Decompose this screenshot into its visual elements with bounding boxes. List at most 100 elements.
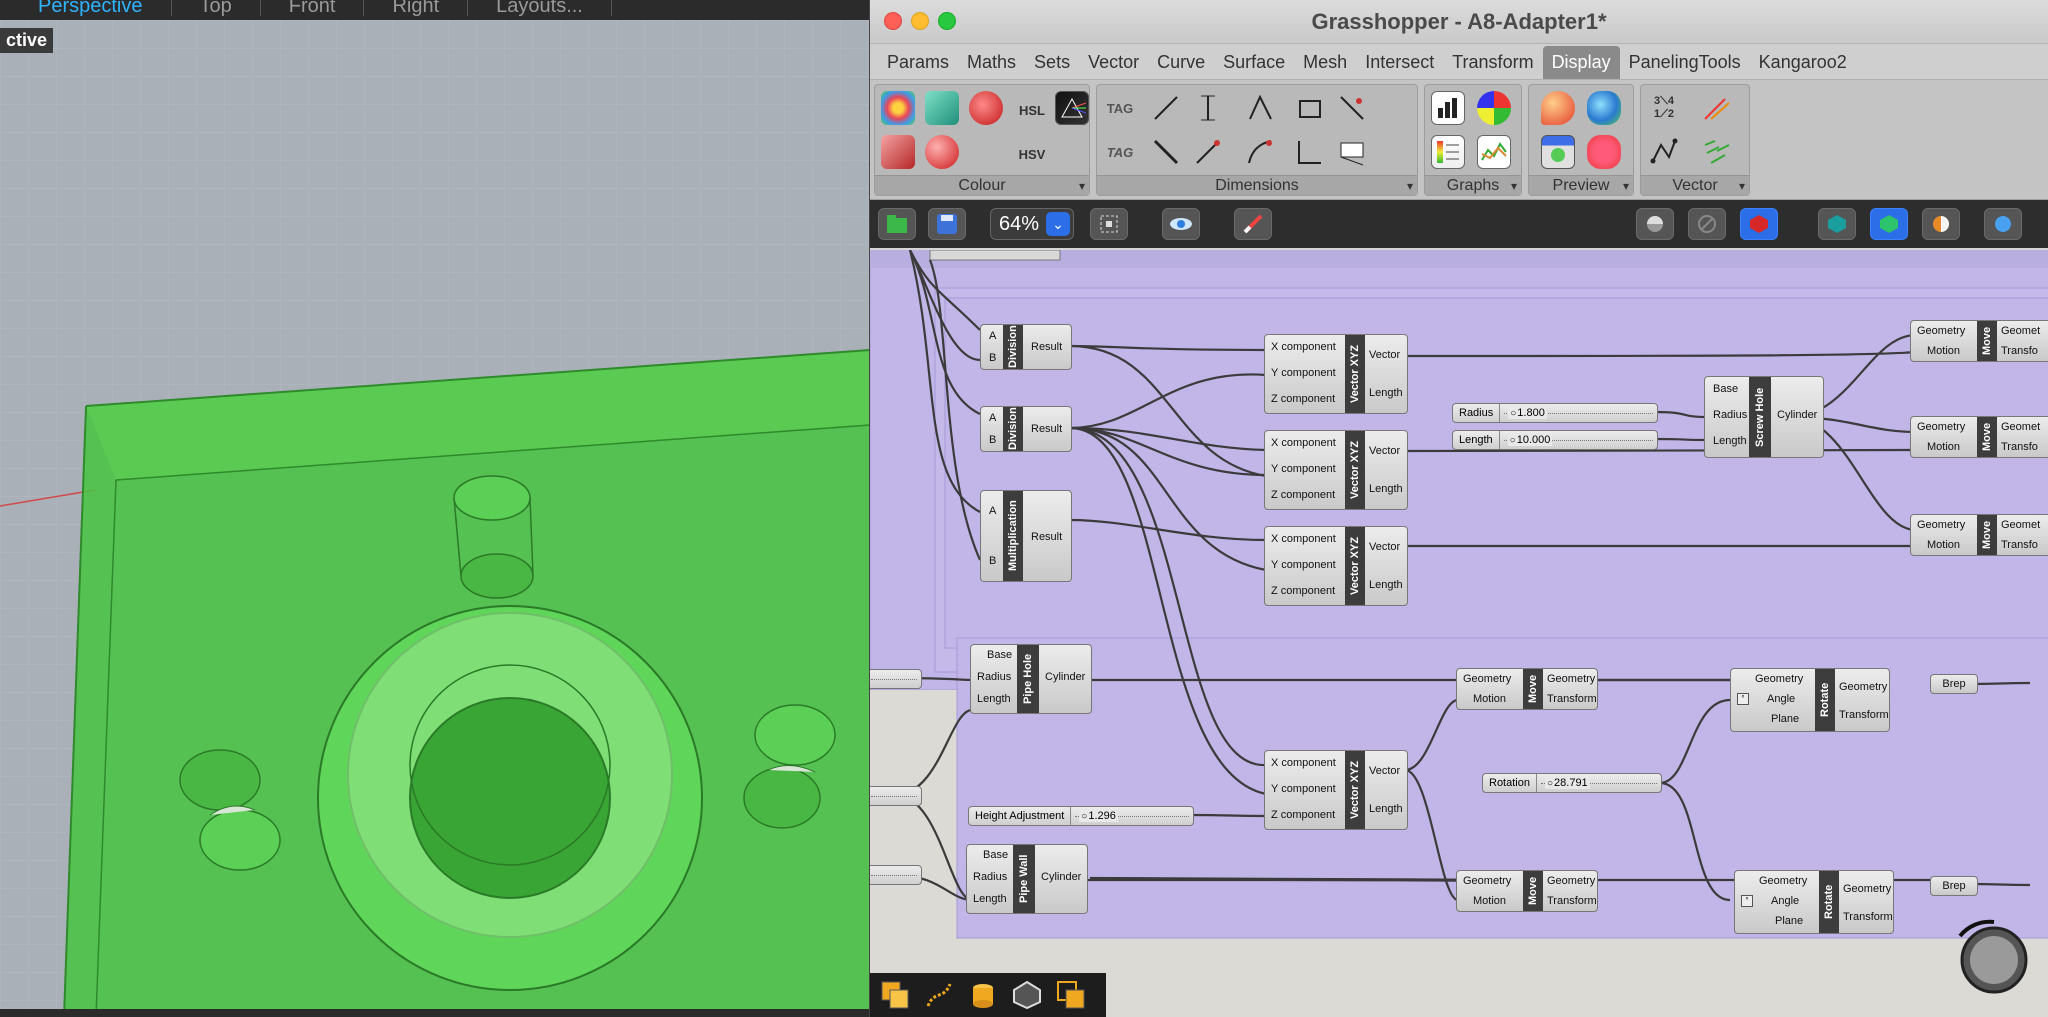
input-geometry[interactable]: Geometry [1759,875,1807,887]
input-geometry[interactable]: Geometry [1917,325,1965,337]
wire-tool-icon[interactable] [922,978,956,1012]
tab-front[interactable]: Front [261,0,365,16]
tab-perspective[interactable]: Perspective [10,0,172,16]
tab-display[interactable]: Display [1542,46,1620,79]
line-graph-icon[interactable] [1477,135,1511,169]
input-geometry[interactable]: Geometry [1917,421,1965,433]
tab-maths[interactable]: Maths [958,46,1025,79]
rotation-slider[interactable]: Rotation 28.791 [1482,773,1662,793]
slider-track[interactable] [870,866,921,884]
tab-transform[interactable]: Transform [1443,46,1542,79]
output-geometry[interactable]: Geometry [1547,875,1595,887]
serial-dimension-icon[interactable] [1335,91,1369,125]
input-angle[interactable]: Angle [1767,693,1795,705]
tab-surface[interactable]: Surface [1214,46,1294,79]
tab-panelingtools[interactable]: PanelingTools [1620,46,1750,79]
panel-vector-label[interactable]: Vector [1641,175,1749,196]
input-motion[interactable]: Motion [1927,539,1960,551]
custom-preview-icon[interactable] [1541,91,1575,125]
zoom-extents-icon[interactable] [1090,208,1128,240]
pie-graph-icon[interactable] [1477,91,1511,125]
tag-icon[interactable]: TAG [1103,135,1137,169]
title-bar[interactable]: Grasshopper - A8-Adapter1* [870,0,2048,44]
output-geometry[interactable]: Geometry [1547,673,1595,685]
vector-xyz-component-3[interactable]: X component Y component Z component Vect… [1264,526,1408,606]
slider-track[interactable] [870,670,921,688]
slider-track[interactable]: 1.800 [1500,404,1657,422]
cluster-icon[interactable] [1010,978,1044,1012]
legend-icon[interactable] [1431,135,1465,169]
preview-no-shading-icon[interactable] [1636,208,1674,240]
cloud-display-icon[interactable] [1587,91,1621,125]
output-length[interactable]: Length [1369,387,1403,399]
slider-track[interactable]: 1.296 [1071,807,1193,825]
input-z[interactable]: Z component [1271,393,1335,405]
partial-slider-2[interactable] [870,786,922,806]
rhino-viewport[interactable]: Perspective Top Front Right Layouts... c… [0,0,870,1017]
output-transform[interactable]: Transfo [2001,441,2038,453]
input-geometry[interactable]: Geometry [1755,673,1803,685]
pipe-wall-cylinder-component[interactable]: Base Radius Length Pipe Wall Cylinder [966,844,1088,914]
input-motion[interactable]: Motion [1927,441,1960,453]
input-length[interactable]: Length [977,693,1011,705]
preview-off-icon[interactable] [1688,208,1726,240]
division-component-1[interactable]: A B Division Result [980,324,1072,370]
ordinate-dimension-icon[interactable] [1293,135,1327,169]
screw-hole-cylinder-component[interactable]: Base Radius Length Screw Hole Cylinder [1704,376,1824,458]
division-component-2[interactable]: A B Division Result [980,406,1072,452]
output-geometry[interactable]: Geomet [2001,325,2040,337]
input-base[interactable]: Base [983,849,1008,861]
input-motion[interactable]: Motion [1927,345,1960,357]
brep-param-1[interactable]: Brep [1930,674,1978,694]
angle-degrees-icon[interactable]: ° [1737,693,1749,705]
input-z[interactable]: Z component [1271,809,1335,821]
tab-top[interactable]: Top [172,0,261,16]
linear-dimension-icon[interactable] [1191,91,1225,125]
eye-preview-icon[interactable] [1162,208,1200,240]
output-vector[interactable]: Vector [1369,541,1400,553]
output-transform[interactable]: Transfo [2001,345,2038,357]
output-cylinder[interactable]: Cylinder [1777,409,1817,421]
colour-wheel-icon[interactable] [881,91,915,125]
height-adjustment-slider[interactable]: Height Adjustment 1.296 [968,806,1194,826]
input-radius[interactable]: Radius [1713,409,1747,421]
multiplication-component[interactable]: A B Multiplication Result [980,490,1072,582]
tab-vector[interactable]: Vector [1079,46,1148,79]
sketch-tool-icon[interactable] [1234,208,1272,240]
input-plane[interactable]: Plane [1771,713,1799,725]
marker-dimension-icon[interactable] [1191,135,1225,169]
input-b[interactable]: B [989,434,996,446]
tab-intersect[interactable]: Intersect [1356,46,1443,79]
input-geometry[interactable]: Geometry [1917,519,1965,531]
vector-field-icon[interactable] [1699,135,1733,169]
viewport-scene[interactable] [0,20,870,1017]
text-dimension-icon[interactable] [1335,135,1369,169]
prism-icon[interactable] [1055,91,1089,125]
layers-icon[interactable] [1054,978,1088,1012]
input-a[interactable]: A [989,330,996,342]
tab-sets[interactable]: Sets [1025,46,1079,79]
pipe-hole-cylinder-component[interactable]: Base Radius Length Pipe Hole Cylinder [970,644,1092,714]
colour-swatch-icon[interactable] [969,91,1003,125]
input-geometry[interactable]: Geometry [1463,875,1511,887]
radius-slider[interactable]: Radius 1.800 [1452,403,1658,423]
minimize-window-button[interactable] [911,12,929,30]
aligned-dimension-icon[interactable] [1149,91,1183,125]
tab-layouts[interactable]: Layouts... [468,0,612,16]
viewport-label[interactable]: ctive [0,28,54,53]
output-geometry[interactable]: Geometry [1843,883,1891,895]
slider-track[interactable]: 28.791 [1537,774,1661,792]
rotate-component-1[interactable]: Geometry Angle ° Plane Rotate Geometry T… [1730,668,1890,732]
shaded-material-icon[interactable] [881,135,915,169]
move-component-pipe-hole[interactable]: Geometry Motion Move Geometry Transform [1456,668,1598,710]
canvas-navigation-widget[interactable] [1950,916,2030,996]
output-result[interactable]: Result [1031,531,1062,543]
grasshopper-canvas[interactable]: A B Division Result A B Division Result … [870,250,2048,1017]
vector-xyz-component-1[interactable]: X component Y component Z component Vect… [1264,334,1408,414]
rotate-component-2[interactable]: Geometry Angle ° Plane Rotate Geometry T… [1734,870,1894,934]
open-file-icon[interactable] [878,208,916,240]
output-vector[interactable]: Vector [1369,349,1400,361]
output-geometry[interactable]: Geomet [2001,519,2040,531]
move-component-screw-3[interactable]: Geometry Motion Move Geomet Transfo [1910,514,2048,556]
brep-param-2[interactable]: Brep [1930,876,1978,896]
